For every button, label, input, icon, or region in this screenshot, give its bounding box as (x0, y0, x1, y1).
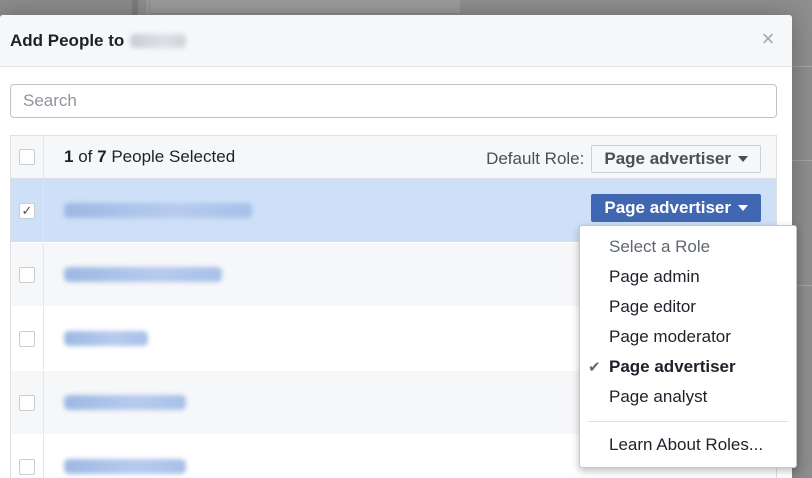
learn-about-roles-label: Learn About Roles... (609, 435, 764, 454)
selection-suffix: People Selected (111, 147, 236, 166)
role-option-page-advertiser[interactable]: ✔ Page advertiser (580, 352, 796, 382)
default-role-value: Page advertiser (604, 149, 731, 168)
role-option-label: Page admin (609, 267, 700, 286)
default-role: Default Role: Page advertiser (486, 145, 761, 173)
dialog-title: Add People to (10, 30, 187, 51)
selected-count: 1 (64, 147, 74, 166)
learn-about-roles-link[interactable]: Learn About Roles... (580, 430, 796, 460)
row-check-cell: ✓ (11, 179, 44, 242)
role-option-label: Page editor (609, 297, 696, 316)
select-all-checkbox[interactable] (19, 149, 35, 165)
row-check-cell (11, 307, 44, 370)
person-role-dropdown[interactable]: Page advertiser (591, 194, 761, 222)
row-check-cell (11, 243, 44, 306)
background-line (792, 66, 812, 67)
select-all-cell (11, 136, 44, 178)
role-menu: Select a Role Page admin Page editor Pag… (579, 225, 797, 468)
of-word: of (78, 147, 93, 166)
role-option-page-editor[interactable]: Page editor (580, 292, 796, 322)
check-icon: ✓ (21, 203, 33, 218)
person-name-redacted (64, 395, 186, 410)
person-name-redacted (64, 267, 222, 282)
role-option-label: Page advertiser (609, 357, 736, 376)
selection-count: 1 of 7 People Selected (64, 147, 235, 167)
person-checkbox[interactable] (19, 458, 35, 475)
default-role-label: Default Role: (486, 149, 585, 168)
person-checkbox[interactable] (19, 330, 35, 347)
background-top-shape (150, 0, 460, 14)
role-menu-header: Select a Role (609, 237, 711, 256)
background-line (792, 160, 812, 161)
person-checkbox[interactable]: ✓ (19, 202, 35, 219)
role-option-page-moderator[interactable]: Page moderator (580, 322, 796, 352)
person-role-value: Page advertiser (604, 198, 731, 217)
menu-divider (588, 421, 788, 422)
page-name-redacted (130, 33, 187, 48)
default-role-dropdown[interactable]: Page advertiser (591, 145, 761, 173)
person-name-redacted (64, 459, 186, 474)
search-field[interactable] (10, 84, 777, 118)
close-icon[interactable]: × (760, 28, 776, 50)
row-check-cell (11, 371, 44, 434)
dialog-header: Add People to × (0, 15, 792, 67)
total-count: 7 (97, 147, 107, 166)
role-option-label: Page analyst (609, 387, 708, 406)
search-input[interactable] (23, 91, 764, 111)
row-check-cell (11, 435, 44, 478)
role-option-label: Page moderator (609, 327, 731, 346)
person-checkbox[interactable] (19, 394, 35, 411)
person-name-redacted (64, 331, 148, 346)
checkmark-icon: ✔ (588, 359, 601, 376)
chevron-down-icon (738, 156, 748, 162)
role-option-page-admin[interactable]: Page admin (580, 262, 796, 292)
chevron-down-icon (738, 205, 748, 211)
person-checkbox[interactable] (19, 266, 35, 283)
role-option-page-analyst[interactable]: Page analyst (580, 382, 796, 412)
people-list-header: 1 of 7 People Selected Default Role: Pag… (11, 136, 776, 179)
person-name-redacted (64, 203, 252, 218)
dialog-title-text: Add People to (10, 30, 125, 50)
